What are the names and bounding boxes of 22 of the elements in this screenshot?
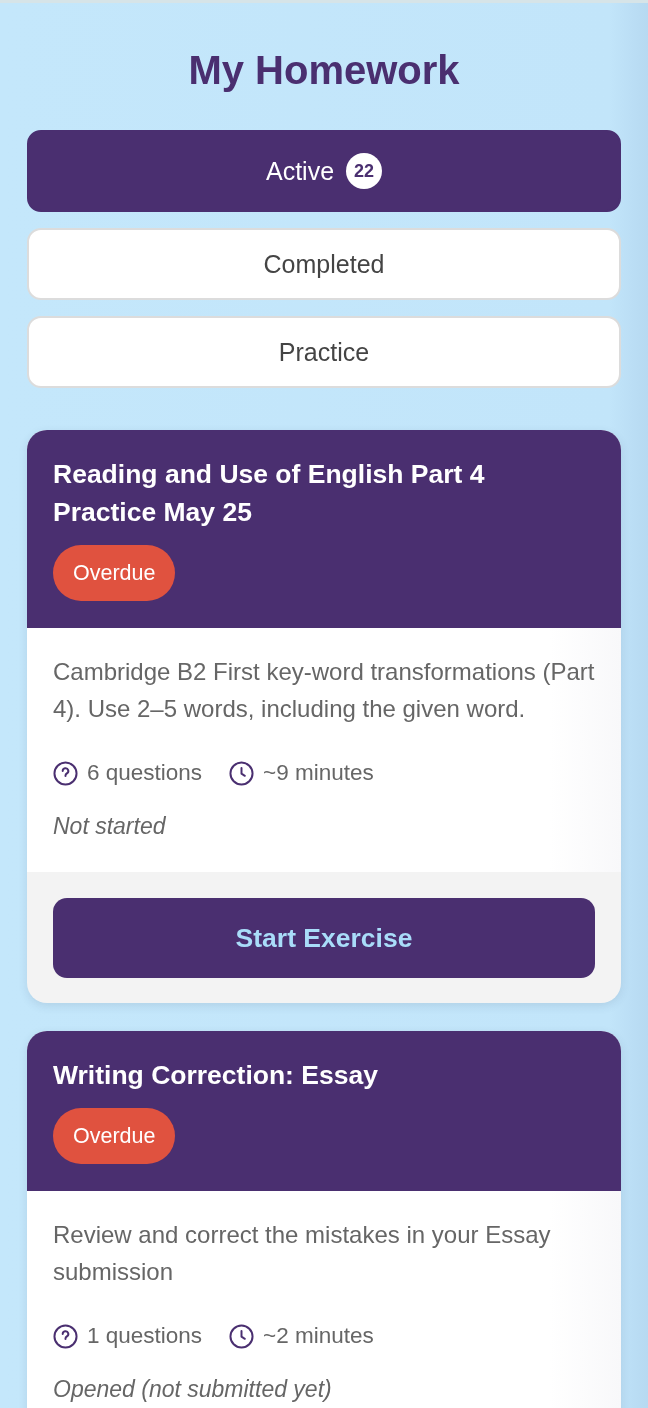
assignment-description: Cambridge B2 First key-word transformations (Part 4). Use 2–5 words, including the given word. [53, 657, 596, 724]
tab[interactable]: Practice [27, 316, 621, 388]
start-exercise-button[interactable]: Start Exercise [53, 898, 595, 978]
duration-text: ~9 minutes [263, 759, 374, 787]
progress-status: Not started [53, 812, 167, 840]
assignment-description: Review and correct the mistakes in your Essay submission [53, 1220, 552, 1287]
question-icon [53, 760, 78, 786]
question-count: 1 questions [87, 1322, 203, 1350]
assignment-title: Reading and Use of English Part 4 Practice May 25 [53, 458, 486, 529]
clock-icon [229, 760, 255, 786]
assignment-title: Writing Correction: Essay [53, 1059, 379, 1092]
status-badge: Overdue [53, 1108, 176, 1164]
question-count: 6 questions [87, 759, 203, 787]
tab[interactable]: Completed [27, 228, 621, 300]
progress-status: Opened (not submitted yet) [53, 1375, 333, 1403]
tab[interactable]: Active 22 [27, 130, 621, 212]
question-icon [53, 1323, 78, 1349]
count-badge: 22 [346, 153, 383, 189]
duration-text: ~2 minutes [263, 1322, 374, 1350]
status-badge: Overdue [53, 545, 176, 601]
page-title: My Homework [187, 47, 461, 93]
clock-icon [229, 1323, 255, 1349]
